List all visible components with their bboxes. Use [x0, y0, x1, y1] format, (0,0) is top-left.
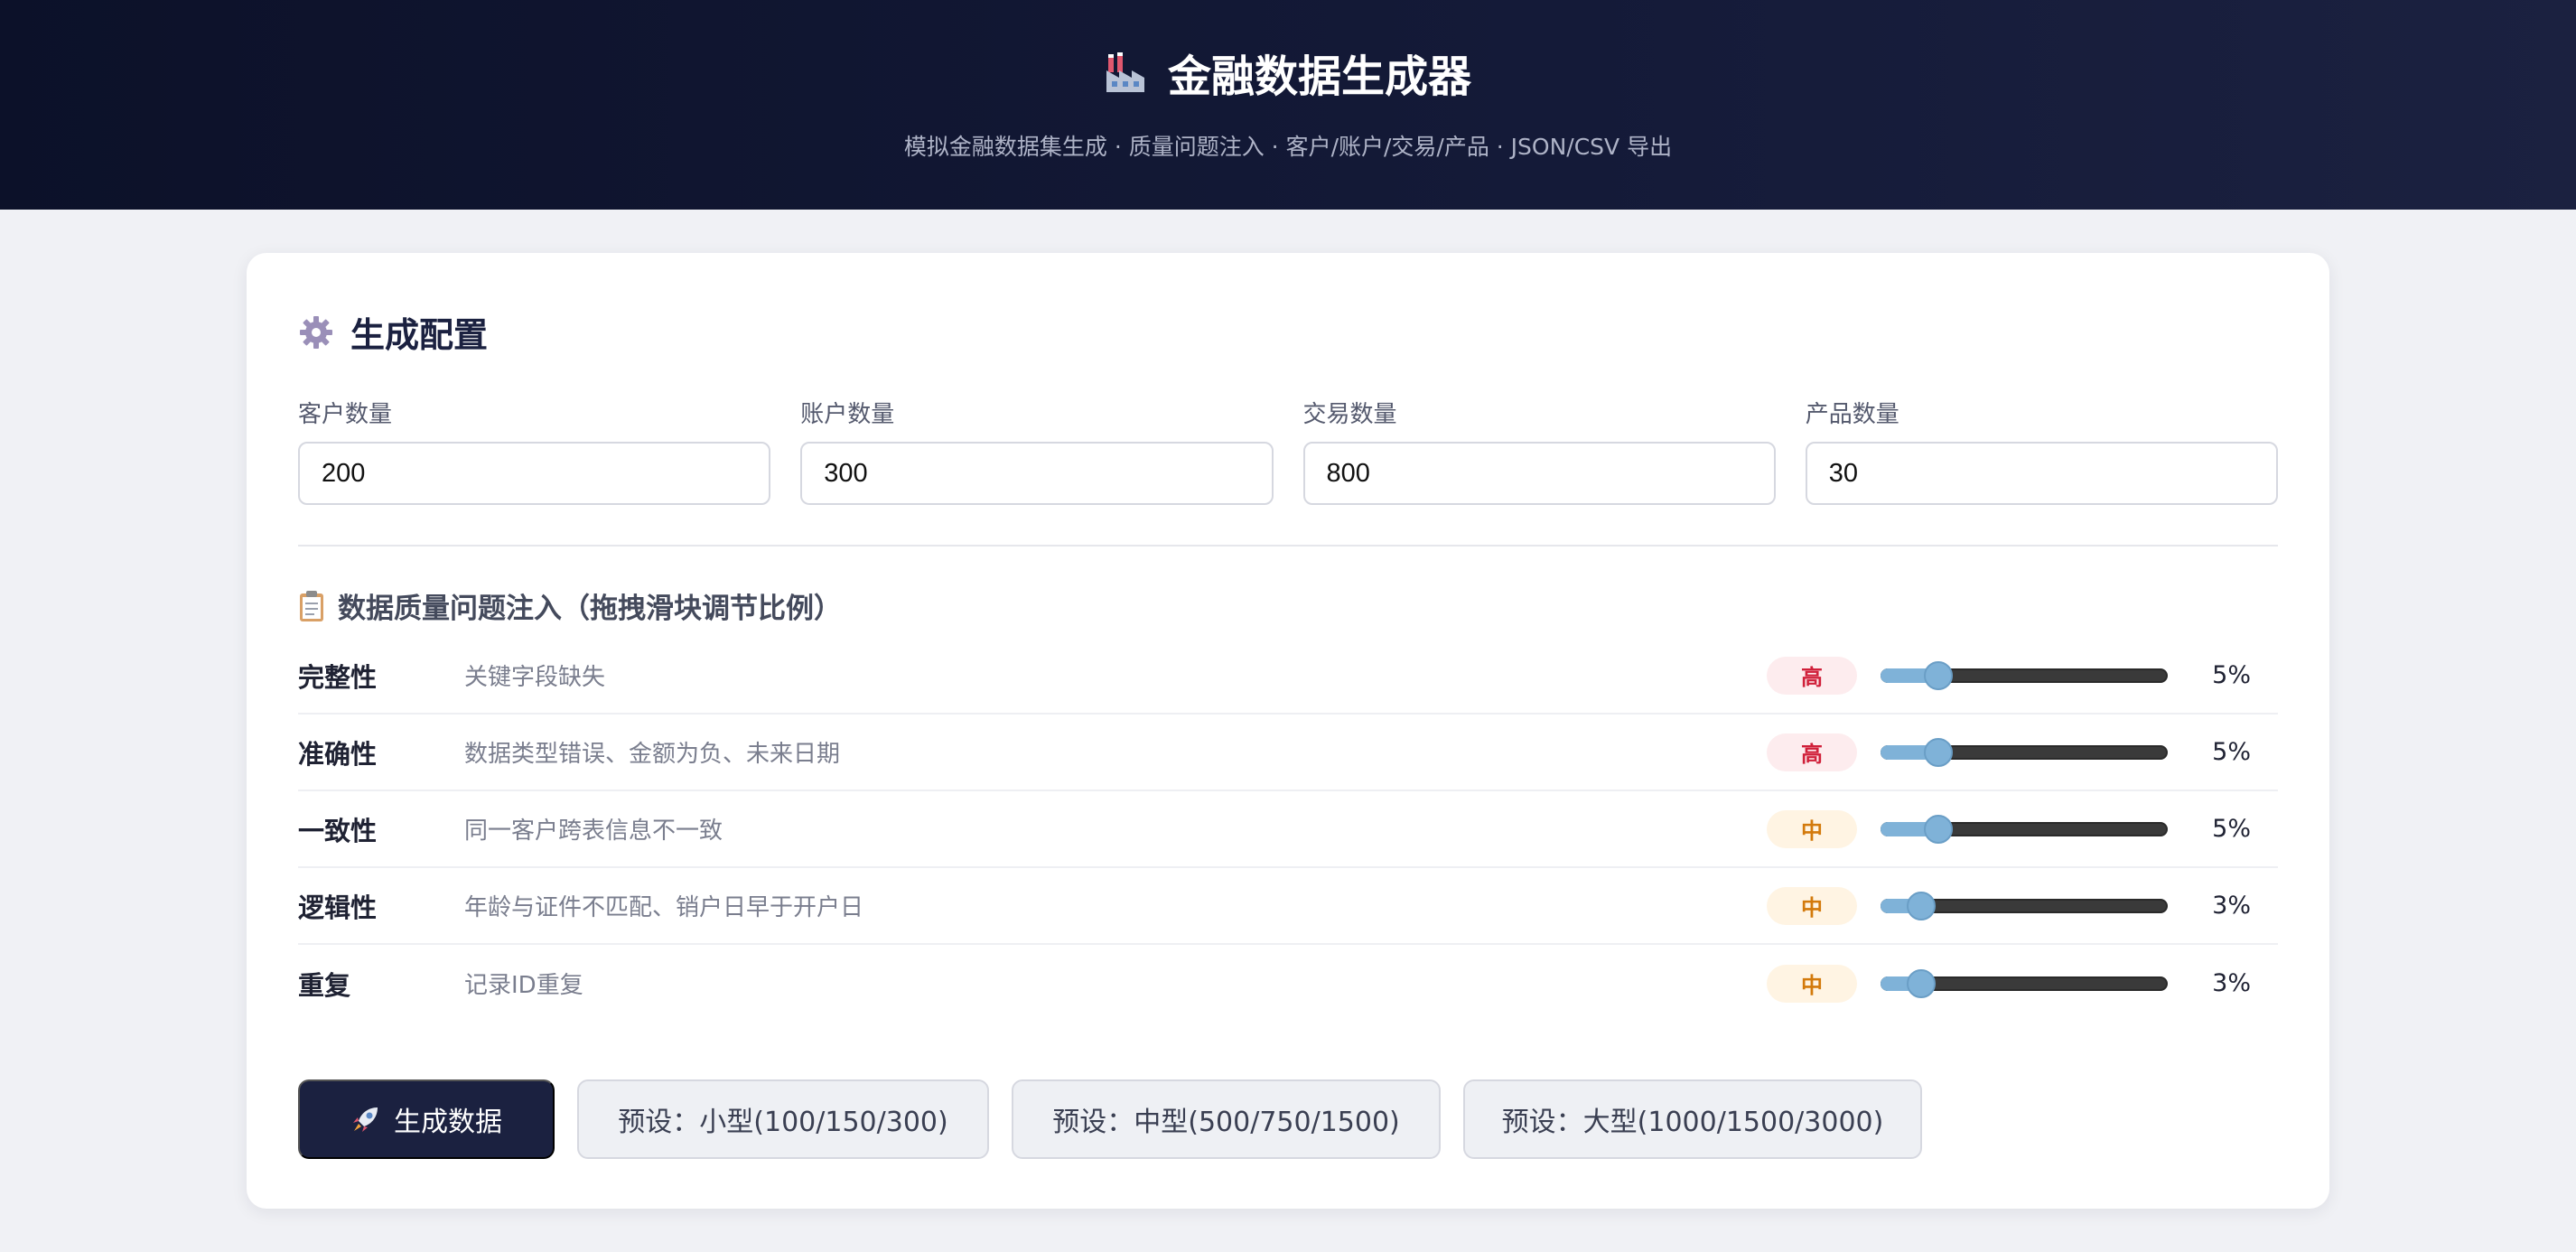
issue-row: 重复 记录ID重复 中 3% — [298, 945, 2278, 1022]
field-transactions: 交易数量 — [1302, 396, 1776, 505]
issue-row: 准确性 数据类型错误、金额为负、未来日期 高 5% — [298, 715, 2278, 791]
issue-name: 逻辑性 — [298, 892, 378, 923]
quality-title-row: 数据质量问题注入（拖拽滑块调节比例） — [298, 585, 842, 626]
field-customers: 客户数量 — [298, 396, 771, 505]
issue-row: 完整性 关键字段缺失 高 5% — [298, 638, 2278, 715]
app-title: 金融数据生成器 — [1167, 51, 1471, 102]
severity-badge: 高 — [1767, 656, 1857, 695]
clipboard-icon — [300, 590, 323, 621]
field-products: 产品数量 — [1805, 396, 2278, 505]
issue-desc: 数据类型错误、金额为负、未来日期 — [464, 741, 841, 768]
transaction-count-input[interactable] — [1302, 442, 1776, 505]
slider-thumb[interactable] — [1923, 737, 1953, 767]
slider-thumb[interactable] — [1923, 660, 1953, 690]
generate-button[interactable]: 生成数据 — [298, 1079, 555, 1159]
config-title-row: 生成配置 — [298, 307, 488, 357]
field-label: 交易数量 — [1302, 401, 1397, 428]
field-accounts: 账户数量 — [800, 396, 1274, 505]
app-subtitle: 模拟金融数据集生成 · 质量问题注入 · 客户/账户/交易/产品 · JSON/… — [903, 134, 1673, 160]
issue-percent: 3% — [2212, 892, 2251, 920]
issue-name: 重复 — [298, 969, 351, 1001]
config-card: 生成配置 客户数量 账户数量 交易数量 产品数量 数据质量问题注入（ — [247, 253, 2329, 1209]
action-bar: 生成数据 预设：小型(100/150/300) 预设：中型(500/750/15… — [298, 1079, 1922, 1159]
field-label: 客户数量 — [298, 401, 393, 428]
issue-desc: 年龄与证件不匹配、销户日早于开户日 — [464, 894, 864, 921]
quality-title: 数据质量问题注入（拖拽滑块调节比例） — [338, 593, 842, 625]
issue-name: 完整性 — [298, 661, 378, 693]
issue-desc: 关键字段缺失 — [464, 664, 606, 691]
field-label: 账户数量 — [800, 401, 895, 428]
quality-issue-list: 完整性 关键字段缺失 高 5% 准确性 数据类型错误、金额为负、未来日期 高 5… — [298, 638, 2278, 1022]
page-header: 金融数据生成器 模拟金融数据集生成 · 质量问题注入 · 客户/账户/交易/产品… — [0, 0, 2576, 210]
gear-icon — [300, 315, 332, 349]
config-title: 生成配置 — [350, 315, 489, 355]
logic-slider[interactable] — [1881, 888, 2168, 924]
section-divider — [298, 545, 2278, 547]
preset-large-button[interactable]: 预设：大型(1000/1500/3000) — [1463, 1079, 1922, 1159]
issue-percent: 3% — [2212, 969, 2251, 997]
consistency-slider[interactable] — [1881, 811, 2168, 847]
issue-row: 一致性 同一客户跨表信息不一致 中 5% — [298, 791, 2278, 868]
issue-row: 逻辑性 年龄与证件不匹配、销户日早于开户日 中 3% — [298, 868, 2278, 945]
issue-percent: 5% — [2212, 815, 2251, 843]
issue-percent: 5% — [2212, 738, 2251, 766]
issue-desc: 记录ID重复 — [464, 972, 583, 999]
field-label: 产品数量 — [1805, 401, 1899, 428]
slider-thumb[interactable] — [1906, 891, 1936, 920]
duplicate-slider[interactable] — [1881, 966, 2168, 1002]
generate-label: 生成数据 — [394, 1107, 502, 1138]
account-count-input[interactable] — [800, 442, 1274, 505]
rocket-icon — [353, 1107, 378, 1132]
issue-name: 准确性 — [298, 738, 378, 770]
count-fields: 客户数量 账户数量 交易数量 产品数量 — [298, 396, 2278, 505]
preset-small-button[interactable]: 预设：小型(100/150/300) — [577, 1079, 989, 1159]
severity-badge: 中 — [1767, 809, 1857, 848]
issue-desc: 同一客户跨表信息不一致 — [464, 818, 723, 845]
customer-count-input[interactable] — [298, 442, 771, 505]
factory-icon — [1106, 52, 1144, 92]
issue-percent: 5% — [2212, 661, 2251, 689]
severity-badge: 高 — [1767, 733, 1857, 771]
product-count-input[interactable] — [1805, 442, 2278, 505]
app-title-row: 金融数据生成器 — [1105, 41, 1471, 104]
slider-thumb[interactable] — [1923, 814, 1953, 844]
severity-badge: 中 — [1767, 964, 1857, 1003]
slider-thumb[interactable] — [1906, 968, 1936, 998]
preset-medium-button[interactable]: 预设：中型(500/750/1500) — [1012, 1079, 1441, 1159]
completeness-slider[interactable] — [1881, 658, 2168, 694]
accuracy-slider[interactable] — [1881, 734, 2168, 771]
issue-name: 一致性 — [298, 815, 378, 846]
severity-badge: 中 — [1767, 886, 1857, 925]
